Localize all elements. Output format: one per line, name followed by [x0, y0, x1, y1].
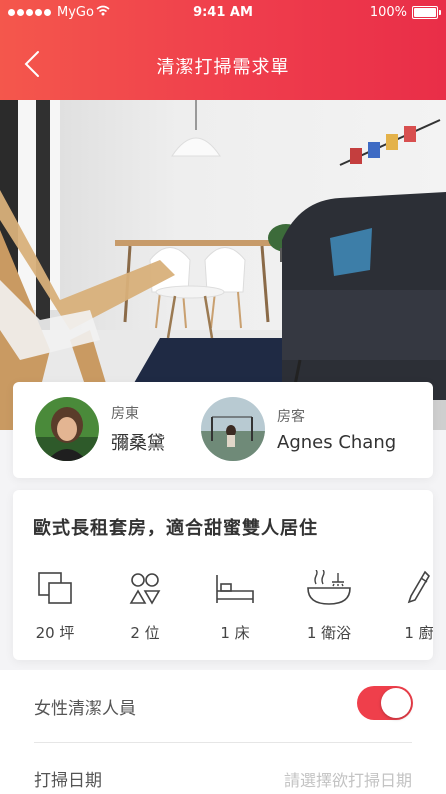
- host-name: 彌桑黛: [111, 433, 165, 454]
- female-cleaner-toggle[interactable]: [357, 686, 413, 720]
- amenity-label: 1 廚: [404, 624, 433, 642]
- amenity-label: 20 坪: [35, 624, 75, 642]
- app-header: MyGo 9:41 AM 100% 清潔打掃需求單: [0, 0, 446, 100]
- host-role: 房東: [111, 406, 139, 422]
- date-label: 打掃日期: [34, 771, 102, 791]
- guest-profile[interactable]: 房客 Agnes Chang: [201, 397, 396, 461]
- amenity-guests: 2 位: [105, 570, 185, 643]
- amenity-label: 2 位: [130, 624, 160, 642]
- host-profile[interactable]: 房東 彌桑黛: [35, 397, 165, 461]
- female-cleaner-label: 女性清潔人員: [34, 699, 136, 719]
- guest-name: Agnes Chang: [277, 431, 397, 453]
- battery-icon: [412, 6, 441, 19]
- area-icon: [38, 572, 72, 604]
- row-divider: [34, 742, 412, 743]
- guest-avatar: [201, 397, 265, 461]
- battery-percent: 100%: [369, 5, 407, 20]
- guests-icon: [129, 573, 161, 605]
- people-card: 房東 彌桑黛 房客 Agnes Chang: [13, 382, 433, 478]
- room-photo: [0, 100, 446, 430]
- amenity-label: 1 衛浴: [306, 624, 352, 642]
- amenity-label: 1 床: [220, 624, 250, 642]
- settings-list: 女性清潔人員 打掃日期 請選擇欲打掃日期: [0, 670, 446, 794]
- room-photo-carousel[interactable]: [0, 100, 446, 430]
- amenity-bath: 1 衛浴: [289, 570, 369, 643]
- amenity-area: 20 坪: [15, 570, 95, 643]
- page-title: 清潔打掃需求單: [156, 57, 290, 78]
- amenity-bed: 1 床: [195, 570, 275, 643]
- listing-card: 歐式長租套房，適合甜蜜雙人居住 20 坪 2 位 1 床 1 衛浴 1 廚: [13, 490, 433, 660]
- bath-icon: [307, 570, 351, 605]
- date-picker-field[interactable]: 請選擇欲打掃日期: [284, 767, 412, 791]
- amenity-icon: [407, 570, 431, 604]
- bed-icon: [216, 575, 254, 603]
- toggle-knob: [381, 688, 411, 718]
- listing-title: 歐式長租套房，適合甜蜜雙人居住: [33, 518, 318, 539]
- amenity-kitchen: 1 廚: [379, 570, 433, 643]
- host-avatar: [35, 397, 99, 461]
- status-bar: MyGo 9:41 AM 100%: [0, 0, 446, 26]
- guest-role: 房客: [277, 408, 305, 425]
